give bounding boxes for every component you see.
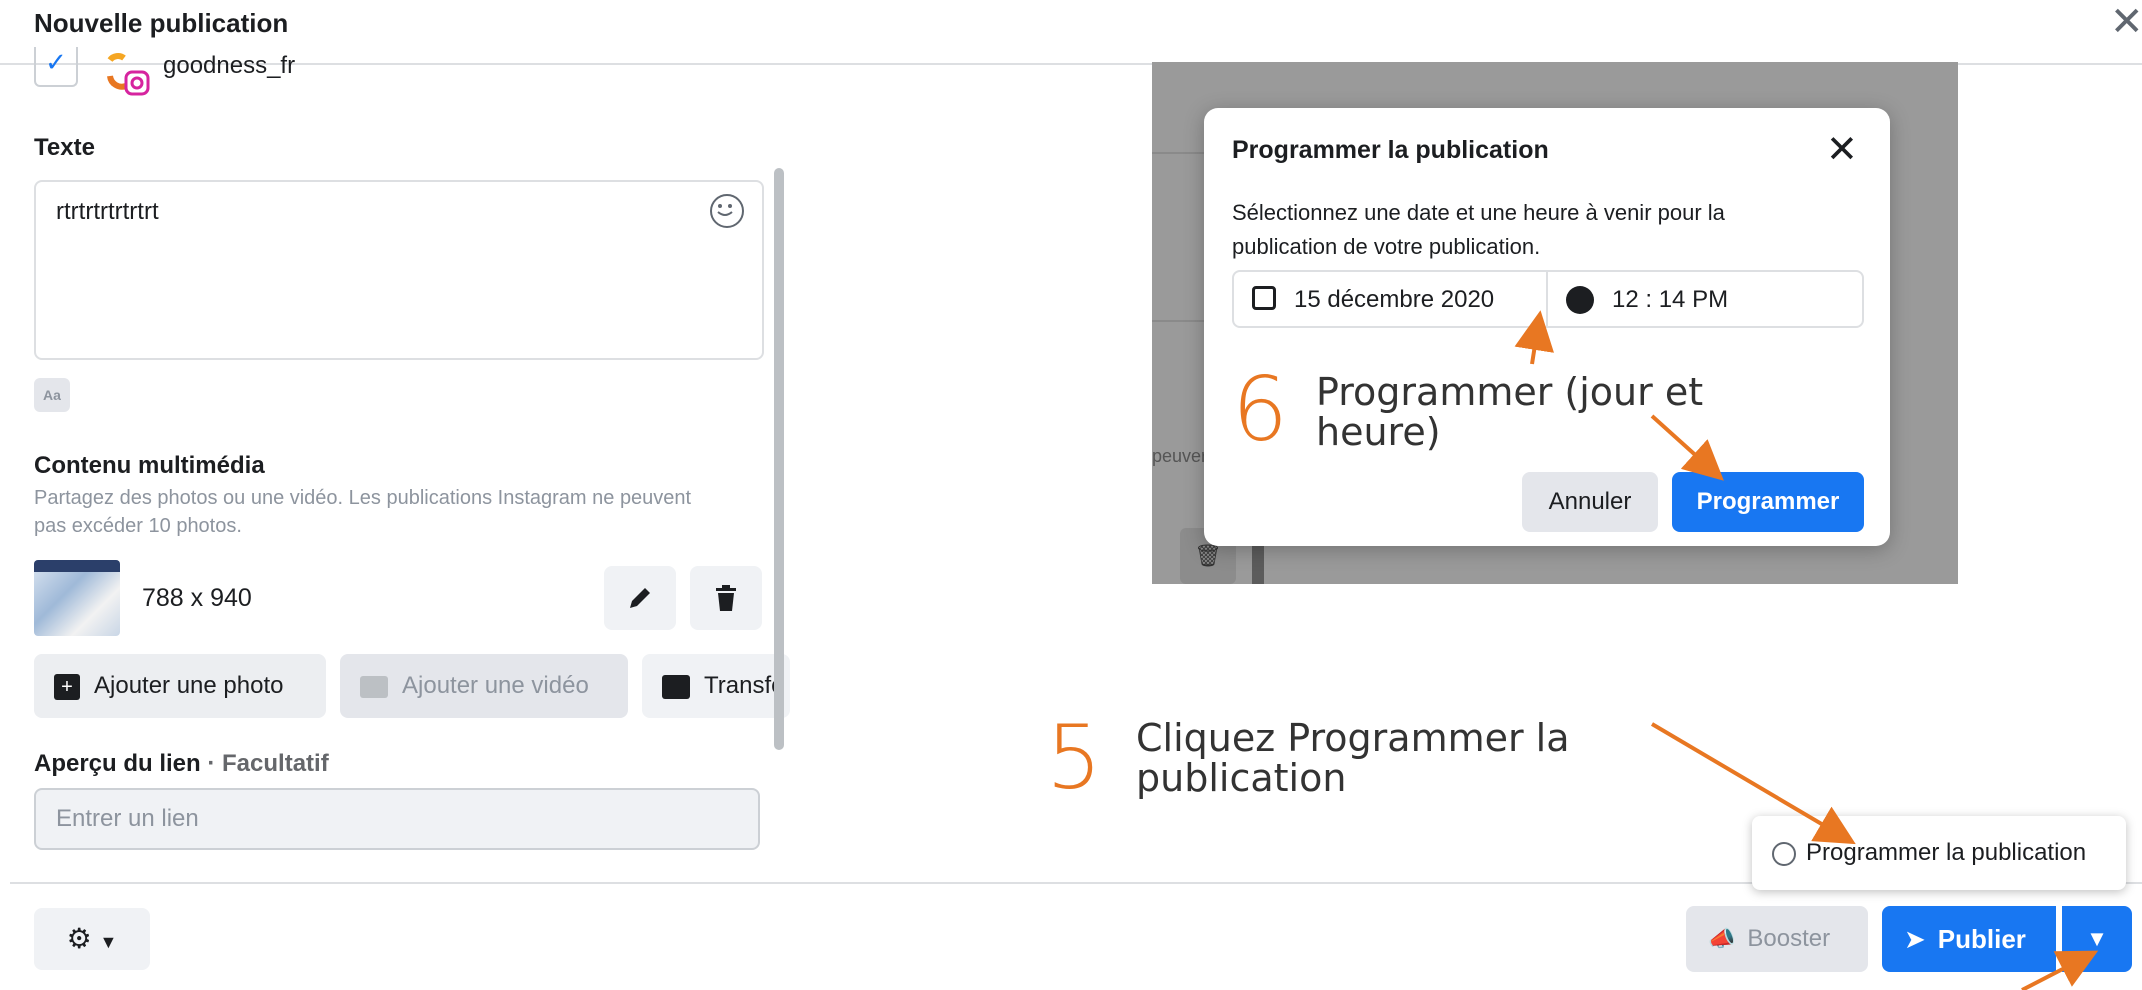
arrow-to-publish-options — [2021, 950, 2099, 990]
arrow-to-date-field — [1514, 310, 1555, 365]
annotation-arrows — [1514, 310, 2099, 990]
arrow-to-confirm-button — [1650, 414, 1724, 481]
arrow-to-schedule-option — [1650, 722, 1856, 845]
